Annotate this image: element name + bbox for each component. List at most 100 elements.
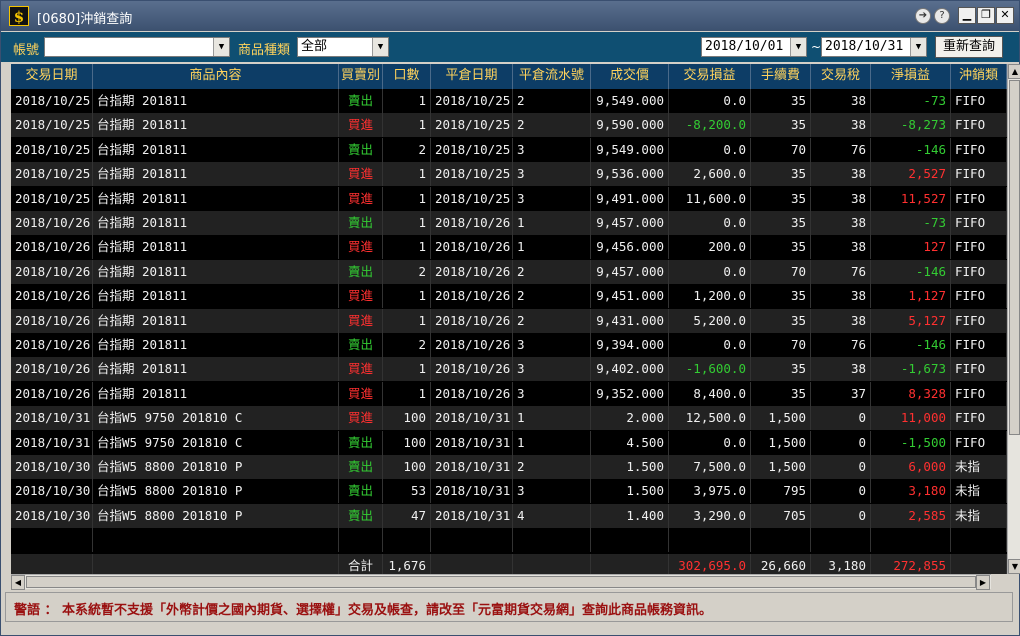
help-icon[interactable]: ? xyxy=(934,8,950,24)
cell-qty: 100 xyxy=(383,406,431,431)
header-product[interactable]: 商品內容 xyxy=(93,64,339,89)
cell-net-pnl: -1,673 xyxy=(871,357,951,382)
header-tax[interactable]: 交易稅 xyxy=(811,64,871,89)
horizontal-scrollbar[interactable]: ◀ ▶ xyxy=(11,574,991,590)
table-row[interactable]: 2018/10/26 台指期 201811 買進 1 2018/10/26 2 9,451.… xyxy=(11,284,1007,309)
header-close-seq[interactable]: 平倉流水號 xyxy=(513,64,591,89)
vertical-scrollbar[interactable]: ▲ ▼ xyxy=(1007,64,1020,574)
cell-close-date: 2018/10/25 xyxy=(431,186,513,211)
scroll-right-arrow-icon[interactable]: ▶ xyxy=(976,575,990,590)
requery-button[interactable]: 重新查詢 xyxy=(935,36,1003,58)
empty-cell xyxy=(951,553,1007,574)
table-row[interactable]: 2018/10/25 台指期 201811 買進 1 2018/10/25 3 9,536.… xyxy=(11,162,1007,187)
cell-price: 1.400 xyxy=(591,503,669,528)
cell-price: 9,457.000 xyxy=(591,259,669,284)
total-qty: 1,676 xyxy=(383,553,431,574)
cell-fee: 705 xyxy=(751,503,811,528)
cell-close-date: 2018/10/26 xyxy=(431,357,513,382)
table-row[interactable]: 2018/10/30 台指W5 8800 201810 P 賣出 47 2018/10/… xyxy=(11,503,1007,528)
table-row[interactable]: 2018/10/26 台指期 201811 賣出 1 2018/10/26 1 9,457.… xyxy=(11,211,1007,235)
cell-qty: 1 xyxy=(383,186,431,211)
cell-price: 2.000 xyxy=(591,406,669,431)
cell-side: 賣出 xyxy=(339,430,383,455)
chevron-down-icon[interactable]: ▼ xyxy=(910,38,926,56)
cell-net-pnl: -146 xyxy=(871,137,951,162)
table-row[interactable]: 2018/10/26 台指期 201811 賣出 2 2018/10/26 3 9,394.… xyxy=(11,333,1007,357)
chevron-down-icon[interactable]: ▼ xyxy=(213,38,229,56)
header-close-date[interactable]: 平倉日期 xyxy=(431,64,513,89)
cell-trade-pnl: -1,600.0 xyxy=(669,357,751,382)
date-to-picker[interactable]: 2018/10/31 ▼ xyxy=(821,37,927,57)
cell-close-seq: 1 xyxy=(513,406,591,431)
cell-close-seq: 2 xyxy=(513,455,591,479)
date-from-picker[interactable]: 2018/10/01 ▼ xyxy=(701,37,807,57)
export-icon[interactable]: ➔ xyxy=(915,8,931,24)
scroll-left-arrow-icon[interactable]: ◀ xyxy=(11,575,25,590)
maximize-button[interactable]: ❐ xyxy=(977,7,995,24)
header-qty[interactable]: 口數 xyxy=(383,64,431,89)
cell-tax: 76 xyxy=(811,137,871,162)
cell-trade-pnl: 0.0 xyxy=(669,333,751,357)
cell-fee: 35 xyxy=(751,186,811,211)
cell-trade-date: 2018/10/31 xyxy=(11,406,93,431)
table-row[interactable]: 2018/10/26 台指期 201811 買進 1 2018/10/26 2 9,431.… xyxy=(11,308,1007,333)
header-offset-type[interactable]: 沖銷類 xyxy=(951,64,1007,89)
table-row[interactable]: 2018/10/31 台指W5 9750 201810 C 買進 100 2018/10… xyxy=(11,406,1007,431)
table-row[interactable]: 2018/10/26 台指期 201811 賣出 2 2018/10/26 2 9,457.… xyxy=(11,259,1007,284)
cell-close-seq: 4 xyxy=(513,503,591,528)
empty-cell xyxy=(93,553,339,574)
minimize-button[interactable]: ▁ xyxy=(958,7,976,24)
cell-fee: 1,500 xyxy=(751,455,811,479)
cell-side: 賣出 xyxy=(339,503,383,528)
account-select[interactable]: ▼ xyxy=(44,37,230,57)
table-row[interactable]: 2018/10/25 台指期 201811 賣出 1 2018/10/25 2 9,549.… xyxy=(11,89,1007,113)
vertical-scroll-thumb[interactable] xyxy=(1009,80,1020,435)
chevron-down-icon[interactable]: ▼ xyxy=(372,38,388,56)
cell-offset-type: FIFO xyxy=(951,113,1007,138)
cell-tax: 38 xyxy=(811,162,871,187)
cell-offset-type: FIFO xyxy=(951,235,1007,260)
table-row[interactable]: 2018/10/26 台指期 201811 買進 1 2018/10/26 3 9,402.… xyxy=(11,357,1007,382)
product-type-select[interactable]: 全部 ▼ xyxy=(297,37,389,57)
date-from-value: 2018/10/01 xyxy=(705,39,784,54)
cell-product: 台指期 201811 xyxy=(93,357,339,382)
cell-side: 賣出 xyxy=(339,333,383,357)
header-side[interactable]: 買賣別 xyxy=(339,64,383,89)
header-trade-date[interactable]: 交易日期 xyxy=(11,64,93,89)
cell-side: 買進 xyxy=(339,162,383,187)
cell-close-date: 2018/10/31 xyxy=(431,455,513,479)
cell-product: 台指期 201811 xyxy=(93,186,339,211)
cell-price: 9,549.000 xyxy=(591,137,669,162)
scroll-up-arrow-icon[interactable]: ▲ xyxy=(1008,64,1020,79)
header-fee[interactable]: 手續費 xyxy=(751,64,811,89)
table-row[interactable]: 2018/10/26 台指期 201811 買進 1 2018/10/26 1 9,456.… xyxy=(11,235,1007,260)
product-type-label: 商品種類 xyxy=(238,43,291,58)
cell-offset-type: FIFO xyxy=(951,211,1007,235)
empty-cell xyxy=(751,528,811,553)
table-row[interactable]: 2018/10/26 台指期 201811 買進 1 2018/10/26 3 9,352.… xyxy=(11,381,1007,406)
cell-qty: 53 xyxy=(383,479,431,504)
chevron-down-icon[interactable]: ▼ xyxy=(790,38,806,56)
header-net-pnl[interactable]: 淨損益 xyxy=(871,64,951,89)
table-row[interactable]: 2018/10/30 台指W5 8800 201810 P 賣出 100 2018/10… xyxy=(11,455,1007,479)
horizontal-scroll-thumb[interactable] xyxy=(26,576,976,588)
table-row[interactable]: 2018/10/25 台指期 201811 買進 1 2018/10/25 2 9,590.… xyxy=(11,113,1007,138)
results-grid[interactable]: 交易日期 商品內容 買賣別 口數 平倉日期 平倉流水號 成交價 交易損益 手續費 交易稅 淨損益 沖銷… xyxy=(11,64,1007,574)
close-button[interactable]: ✕ xyxy=(996,7,1014,24)
table-row[interactable]: 2018/10/25 台指期 201811 買進 1 2018/10/25 3 9,491.… xyxy=(11,186,1007,211)
cell-close-date: 2018/10/26 xyxy=(431,381,513,406)
cell-trade-pnl: 0.0 xyxy=(669,89,751,113)
scroll-down-arrow-icon[interactable]: ▼ xyxy=(1008,559,1020,574)
cell-close-seq: 1 xyxy=(513,430,591,455)
table-row[interactable]: 2018/10/25 台指期 201811 賣出 2 2018/10/25 3 9,549.… xyxy=(11,137,1007,162)
cell-tax: 0 xyxy=(811,479,871,504)
table-row[interactable]: 2018/10/31 台指W5 9750 201810 C 賣出 100 2018/10… xyxy=(11,430,1007,455)
total-trade-pnl: 302,695.0 xyxy=(669,553,751,574)
cell-side: 賣出 xyxy=(339,455,383,479)
header-price[interactable]: 成交價 xyxy=(591,64,669,89)
cell-side: 買進 xyxy=(339,406,383,431)
table-row[interactable]: 2018/10/30 台指W5 8800 201810 P 賣出 53 2018/10/… xyxy=(11,479,1007,504)
cell-trade-pnl: 7,500.0 xyxy=(669,455,751,479)
header-trade-pnl[interactable]: 交易損益 xyxy=(669,64,751,89)
cell-product: 台指W5 8800 201810 P xyxy=(93,503,339,528)
